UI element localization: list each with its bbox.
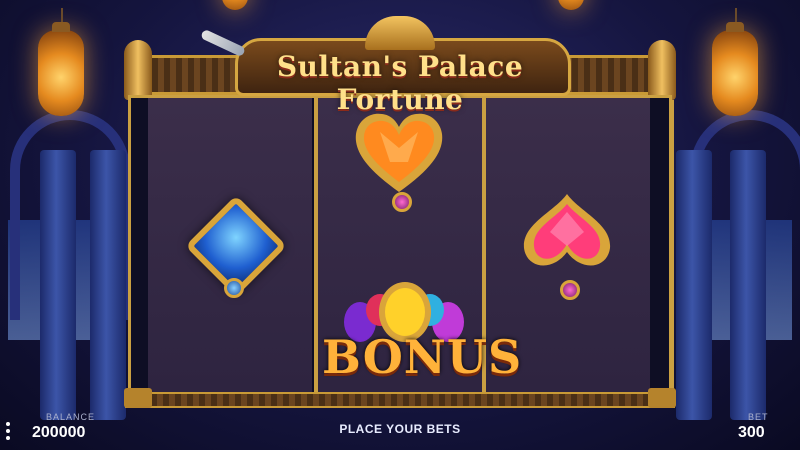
logo-crest-icon [365,16,435,50]
pillar-left [40,150,76,420]
frame-bottom [125,392,675,408]
gem-jewel-icon [224,278,244,298]
frame-base-right [648,388,676,408]
lantern-right-icon [712,8,758,116]
balance-label: BALANCE [46,412,96,422]
pillar-left-inner [90,150,126,420]
lantern-left-icon [38,8,84,116]
pink-spade-gem-icon [518,190,616,287]
bonus-label: BONUS [322,330,523,384]
frame-post-right [648,40,676,100]
lantern-small-left-icon [222,0,248,10]
game-title: Sultan's Palace Fortune [276,50,524,116]
frame-post-left [124,40,152,100]
bet-value[interactable]: 300 [738,424,765,442]
frame-base-left [124,388,152,408]
game-logo: Sultan's Palace Fortune [195,10,605,116]
bottom-bar: BALANCE 200000 PLACE YOUR BETS BET 300 [0,410,800,450]
gem-jewel-icon [560,280,580,300]
blue-diamond-gem-icon [185,195,287,297]
gem-jewel-icon [392,192,412,212]
status-message: PLACE YOUR BETS [339,422,461,436]
pillar-right [730,150,766,420]
orange-heart-gem-icon [350,108,448,203]
pillar-right-inner [676,150,712,420]
lantern-small-right-icon [558,0,584,10]
bet-label: BET [748,412,769,422]
